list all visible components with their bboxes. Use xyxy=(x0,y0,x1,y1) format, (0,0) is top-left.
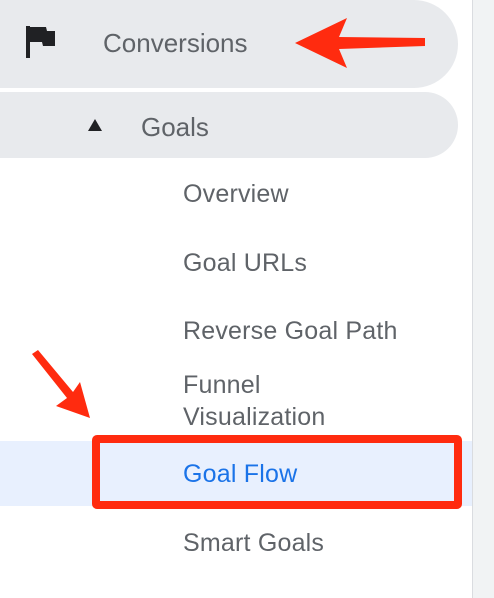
annotation-arrow-icon xyxy=(32,350,90,418)
nav-subitem-goal-urls[interactable]: Goal URLs xyxy=(183,247,307,279)
nav-subitem-smart-goals[interactable]: Smart Goals xyxy=(183,527,324,559)
nav-subitem-goal-flow[interactable]: Goal Flow xyxy=(183,458,297,490)
nav-item-goals-label: Goals xyxy=(141,112,209,142)
nav-item-conversions[interactable]: Conversions xyxy=(0,0,458,88)
nav-item-conversions-label: Conversions xyxy=(103,28,248,58)
flag-icon xyxy=(26,26,56,58)
nav-subitem-overview[interactable]: Overview xyxy=(183,178,289,210)
nav-item-goals[interactable] xyxy=(0,92,458,158)
nav-subitem-funnel-visualization[interactable]: Funnel Visualization xyxy=(183,369,383,433)
triangle-up-icon xyxy=(88,119,102,131)
nav-subitem-reverse-goal-path[interactable]: Reverse Goal Path xyxy=(183,315,398,347)
scrollbar-track[interactable] xyxy=(472,0,494,598)
